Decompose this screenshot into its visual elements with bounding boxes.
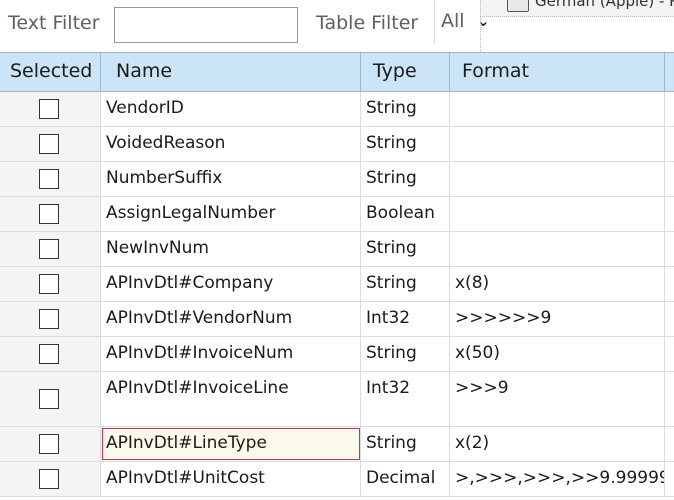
name-cell[interactable]: APInvDtl#InvoiceLine <box>101 372 361 426</box>
panel-divider <box>480 16 481 52</box>
overflow-cell <box>665 337 674 371</box>
name-cell[interactable]: APInvDtl#VendorNum <box>101 302 361 336</box>
type-cell[interactable]: Decimal <box>361 462 450 496</box>
text-filter-label: Text Filter <box>8 12 100 34</box>
select-checkbox[interactable] <box>39 169 59 189</box>
selected-cell <box>0 197 101 231</box>
overflow-cell <box>665 127 674 161</box>
type-cell[interactable]: Int32 <box>361 302 450 336</box>
format-cell[interactable] <box>450 162 665 196</box>
table-row[interactable]: AssignLegalNumber Boolean <box>0 197 674 232</box>
format-cell[interactable] <box>450 92 665 126</box>
fields-grid: Selected Name Type Format VendorID String… <box>0 52 674 500</box>
type-cell[interactable]: String <box>361 267 450 301</box>
select-checkbox[interactable] <box>39 134 59 154</box>
name-cell[interactable]: NewInvNum <box>101 232 361 266</box>
type-cell[interactable]: Boolean <box>361 197 450 231</box>
format-cell[interactable]: x(8) <box>450 267 665 301</box>
overflow-cell <box>665 462 674 496</box>
select-checkbox[interactable] <box>39 389 59 409</box>
selected-cell <box>0 92 101 126</box>
overflow-cell <box>665 302 674 336</box>
name-cell[interactable]: APInvDtl#UnitCost <box>101 462 361 496</box>
type-cell[interactable]: String <box>361 337 450 371</box>
type-cell[interactable]: String <box>361 427 450 461</box>
type-cell[interactable]: String <box>361 232 450 266</box>
name-cell[interactable]: VoidedReason <box>101 127 361 161</box>
table-filter-value: All <box>441 10 465 32</box>
overflow-cell <box>665 92 674 126</box>
keyboard-icon <box>507 0 529 12</box>
overflow-cell <box>665 162 674 196</box>
name-cell[interactable]: APInvDtl#Company <box>101 267 361 301</box>
format-cell[interactable] <box>450 197 665 231</box>
table-row[interactable]: VoidedReason String <box>0 127 674 162</box>
overflow-cell <box>665 427 674 461</box>
table-row[interactable]: VendorID String <box>0 92 674 127</box>
column-header-type[interactable]: Type <box>361 53 450 93</box>
selected-cell <box>0 127 101 161</box>
select-checkbox[interactable] <box>39 204 59 224</box>
overflow-cell <box>665 197 674 231</box>
format-cell[interactable]: >>>>>>9 <box>450 302 665 336</box>
selected-cell <box>0 232 101 266</box>
keyboard-layout-text: German (Apple) - Pa <box>535 0 674 10</box>
name-cell[interactable]: NumberSuffix <box>101 162 361 196</box>
name-cell[interactable]: APInvDtl#LineType <box>101 427 361 461</box>
format-cell[interactable] <box>450 127 665 161</box>
select-checkbox[interactable] <box>39 469 59 489</box>
keyboard-layout-tooltip: German (Apple) - Pa <box>480 0 674 17</box>
format-cell[interactable]: x(50) <box>450 337 665 371</box>
table-filter-label: Table Filter <box>316 12 419 34</box>
type-cell[interactable]: String <box>361 127 450 161</box>
select-checkbox[interactable] <box>39 274 59 294</box>
column-header-name[interactable]: Name <box>101 53 361 93</box>
table-row[interactable]: APInvDtl#Company String x(8) <box>0 267 674 302</box>
column-header-selected[interactable]: Selected <box>0 53 101 93</box>
filter-toolbar: Text Filter Table Filter All ⌄ German (A… <box>0 0 674 52</box>
selected-cell <box>0 462 101 496</box>
grid-header: Selected Name Type Format <box>0 52 674 93</box>
name-cell[interactable]: VendorID <box>101 92 361 126</box>
table-row[interactable]: NewInvNum String <box>0 232 674 267</box>
selected-cell <box>0 267 101 301</box>
table-row[interactable]: NumberSuffix String <box>0 162 674 197</box>
format-cell[interactable]: x(2) <box>450 427 665 461</box>
overflow-cell <box>665 267 674 301</box>
type-cell[interactable]: String <box>361 162 450 196</box>
overflow-cell <box>665 372 674 426</box>
column-header-format[interactable]: Format <box>450 53 665 93</box>
table-row[interactable]: APInvDtl#InvoiceLine Int32 >>>9 <box>0 372 674 427</box>
select-checkbox[interactable] <box>39 434 59 454</box>
format-cell[interactable]: >>>9 <box>450 372 665 426</box>
select-checkbox[interactable] <box>39 239 59 259</box>
format-cell[interactable] <box>450 232 665 266</box>
type-cell[interactable]: String <box>361 92 450 126</box>
select-checkbox[interactable] <box>39 344 59 364</box>
type-cell[interactable]: Int32 <box>361 372 450 426</box>
select-checkbox[interactable] <box>39 309 59 329</box>
table-row[interactable]: APInvDtl#VendorNum Int32 >>>>>>9 <box>0 302 674 337</box>
format-cell[interactable]: >,>>>,>>>,>>9.99999 <box>450 462 665 496</box>
table-row[interactable]: APInvDtl#UnitCost Decimal >,>>>,>>>,>>9.99… <box>0 462 674 497</box>
selected-cell <box>0 302 101 336</box>
selected-cell <box>0 337 101 371</box>
selected-cell <box>0 427 101 461</box>
text-filter-input[interactable] <box>114 7 298 43</box>
selected-cell <box>0 372 101 426</box>
table-row[interactable]: APInvDtl#InvoiceNum String x(50) <box>0 337 674 372</box>
table-row[interactable]: APInvDtl#LineType String x(2) <box>0 427 674 462</box>
selected-cell <box>0 162 101 196</box>
overflow-cell <box>665 232 674 266</box>
name-cell[interactable]: APInvDtl#InvoiceNum <box>101 337 361 371</box>
name-cell[interactable]: AssignLegalNumber <box>101 197 361 231</box>
select-checkbox[interactable] <box>39 99 59 119</box>
